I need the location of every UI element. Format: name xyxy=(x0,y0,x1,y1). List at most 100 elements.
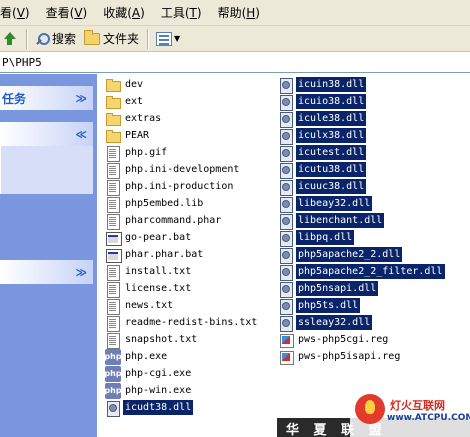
file-item[interactable]: php5nsapi.dll xyxy=(278,280,379,298)
dll-file-icon xyxy=(105,400,121,417)
file-item[interactable]: license.txt xyxy=(105,280,193,298)
file-item[interactable]: libeay32.dll xyxy=(278,195,373,213)
file-item[interactable]: php php.exe xyxy=(104,348,169,365)
menu-help-label: 帮助 xyxy=(217,5,242,20)
file-name: dev xyxy=(125,79,144,90)
menu-view-label: 看 xyxy=(0,5,13,20)
folder-file-icon xyxy=(105,111,121,127)
file-item[interactable]: php php-cgi.exe xyxy=(104,365,193,382)
menu-view-full[interactable]: 查看(V) xyxy=(38,0,96,26)
file-item[interactable]: icutu38.dll xyxy=(278,161,367,179)
file-item[interactable]: icuin38.dll xyxy=(278,76,367,94)
doc-file-icon xyxy=(105,213,121,230)
file-item[interactable]: pharcommand.phar xyxy=(105,212,223,230)
file-item[interactable]: libenchant.dll xyxy=(278,212,385,230)
file-item[interactable]: pws-php5cgi.reg xyxy=(278,331,390,348)
file-item[interactable]: php.ini-production xyxy=(105,178,235,196)
folder-up-icon xyxy=(4,31,18,46)
file-name: news.txt xyxy=(125,300,174,311)
toolbar: 搜索 文件夹 ▼ xyxy=(0,26,470,52)
watermark-url: www.ATCPU.COM xyxy=(387,413,470,423)
file-item[interactable]: php5apache2_2.dll xyxy=(278,246,403,264)
doc-file-icon xyxy=(105,281,121,298)
folder-icon xyxy=(84,29,101,45)
file-item[interactable]: php php-win.exe xyxy=(104,382,193,399)
toolbar-separator xyxy=(147,28,149,49)
file-name: php5apache2_2_filter.dll xyxy=(296,264,445,279)
file-name: pws-php5cgi.reg xyxy=(298,334,389,345)
file-item[interactable]: libpq.dll xyxy=(278,229,355,247)
folders-button[interactable]: 文件夹 xyxy=(80,28,143,50)
file-item[interactable]: go-pear.bat xyxy=(105,229,193,246)
toolbar-separator xyxy=(26,28,27,49)
menu-view[interactable]: 看(V) xyxy=(0,0,38,26)
menu-favorites-key: A xyxy=(131,5,141,20)
file-name: extras xyxy=(125,113,162,124)
menu-tools[interactable]: 工具(T) xyxy=(153,0,210,26)
doc-file-icon xyxy=(105,315,121,332)
menu-view-key: V xyxy=(16,5,25,20)
dll-file-icon xyxy=(278,230,294,247)
file-name: icudt38.dll xyxy=(123,400,194,415)
file-name: libenchant.dll xyxy=(296,213,385,228)
file-item[interactable]: icule38.dll xyxy=(278,110,367,128)
file-name: libeay32.dll xyxy=(296,196,373,211)
exe-file-icon: php xyxy=(104,365,122,382)
dll-file-icon xyxy=(278,298,294,315)
dll-file-icon xyxy=(278,264,294,281)
file-name: php5ts.dll xyxy=(296,298,361,313)
file-item[interactable]: php.gif xyxy=(105,144,169,162)
watermark-site-name: 灯火互联网 xyxy=(390,399,445,412)
file-item[interactable]: php.ini-development xyxy=(105,161,241,179)
task-header-tasks[interactable]: 任务 ≫ xyxy=(0,86,93,110)
file-item[interactable]: phar.phar.bat xyxy=(105,246,205,263)
file-item[interactable]: icuio38.dll xyxy=(278,93,367,111)
file-item[interactable]: iculx38.dll xyxy=(278,127,367,145)
up-button[interactable] xyxy=(0,28,22,50)
menu-favorites[interactable]: 收藏(A) xyxy=(95,0,153,26)
file-item[interactable]: install.txt xyxy=(105,263,193,281)
search-button[interactable]: 搜索 xyxy=(31,28,80,50)
file-name: php.gif xyxy=(125,147,168,158)
doc-file-icon xyxy=(105,145,121,162)
address-bar[interactable]: P\PHP5 xyxy=(0,53,470,73)
file-name: icutu38.dll xyxy=(296,162,367,177)
file-item[interactable]: ext xyxy=(105,93,145,110)
file-name: php5nsapi.dll xyxy=(296,281,379,296)
folder-file-icon xyxy=(105,128,121,144)
views-button[interactable]: ▼ xyxy=(152,28,184,50)
file-item[interactable]: icutest.dll xyxy=(278,144,367,162)
file-name: icuuc38.dll xyxy=(296,179,367,194)
dll-file-icon xyxy=(278,77,294,94)
menu-tools-label: 工具 xyxy=(160,5,185,20)
dll-file-icon xyxy=(278,315,294,332)
file-item[interactable]: PEAR xyxy=(105,127,151,144)
doc-file-icon xyxy=(105,298,121,315)
task-header-other[interactable]: ≪ xyxy=(0,122,93,146)
file-name: ssleay32.dll xyxy=(296,315,373,330)
expand-chevron-icon: ≫ xyxy=(75,265,87,279)
task-header-title: 任务 xyxy=(2,91,27,106)
file-item[interactable]: extras xyxy=(105,110,163,127)
search-icon xyxy=(35,32,50,46)
reg-file-icon xyxy=(278,332,294,348)
file-item[interactable]: icudt38.dll xyxy=(105,399,194,417)
folder-file-icon xyxy=(105,94,121,110)
menu-help[interactable]: 帮助(H) xyxy=(210,0,268,26)
dll-file-icon xyxy=(278,247,294,264)
file-item[interactable]: pws-php5isapi.reg xyxy=(278,348,402,365)
file-name: license.txt xyxy=(125,283,192,294)
file-item[interactable]: php5embed.lib xyxy=(105,195,205,213)
file-item[interactable]: php5ts.dll xyxy=(278,297,361,315)
file-item[interactable]: icuuc38.dll xyxy=(278,178,367,196)
file-item[interactable]: ssleay32.dll xyxy=(278,314,373,332)
file-item[interactable]: news.txt xyxy=(105,297,175,315)
file-item[interactable]: snapshot.txt xyxy=(105,331,199,349)
file-item[interactable]: dev xyxy=(105,76,145,93)
file-item[interactable]: readme-redist-bins.txt xyxy=(105,314,259,332)
task-header-details[interactable]: ≫ xyxy=(0,260,93,284)
file-name: libpq.dll xyxy=(296,230,355,245)
dll-file-icon xyxy=(278,213,294,230)
file-item[interactable]: php5apache2_2_filter.dll xyxy=(278,263,445,281)
doc-file-icon xyxy=(105,264,121,281)
